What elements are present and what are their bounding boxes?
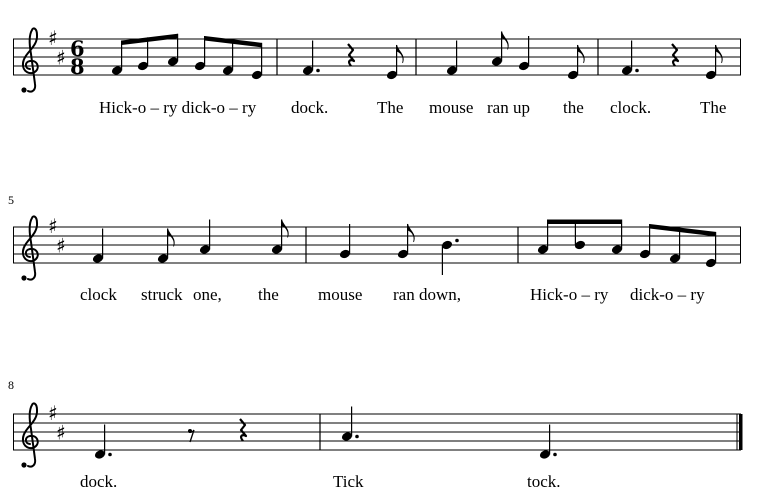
augmentation-dot bbox=[316, 68, 320, 73]
lyric-syllable: the bbox=[258, 285, 279, 304]
lyric-syllable: Tick bbox=[333, 472, 364, 491]
lyric-syllable: mouse bbox=[429, 98, 473, 117]
quarter-rest-icon bbox=[347, 43, 356, 67]
treble-clef-icon bbox=[21, 27, 39, 93]
lyric-syllable: struck bbox=[141, 285, 183, 304]
beam bbox=[547, 219, 622, 224]
treble-clef-icon bbox=[21, 462, 27, 468]
sharp-c-icon: ♯ bbox=[56, 46, 66, 70]
lyric-syllable: The bbox=[377, 98, 403, 117]
sharp-c-icon: ♯ bbox=[56, 421, 66, 445]
lyric-syllable: Hick-o – ry dick-o – ry bbox=[99, 98, 257, 117]
system-3: 8♯♯dock. Tick tock. bbox=[8, 378, 743, 491]
system-2: 5♯♯clock struck one, the mouse ran down, Hick-… bbox=[8, 193, 741, 304]
measure-number: 8 bbox=[8, 378, 14, 392]
treble-clef-icon bbox=[21, 87, 27, 93]
treble-clef-icon bbox=[21, 215, 39, 281]
measure-number: 5 bbox=[8, 193, 14, 207]
treble-clef-icon bbox=[21, 275, 27, 281]
beam bbox=[649, 224, 716, 237]
lyric-syllable: one, bbox=[193, 285, 222, 304]
time-signature-bottom: 8 bbox=[70, 54, 85, 79]
lyric-syllable: Hick-o – ry bbox=[530, 285, 609, 304]
final-barline-thick bbox=[739, 414, 743, 450]
quarter-rest-icon bbox=[239, 418, 248, 442]
lyric-syllable: dick-o – ry bbox=[630, 285, 705, 304]
lyric-syllable: ran down, bbox=[393, 285, 461, 304]
sheet-music: ♯♯ 68Hick-o – ry dick-o – ry dock. The mouse… bbox=[8, 26, 743, 491]
lyric-syllable: ran up bbox=[487, 98, 530, 117]
quarter-rest-icon bbox=[671, 43, 680, 67]
augmentation-dot bbox=[355, 434, 359, 439]
eighth-flag-icon bbox=[167, 228, 175, 247]
eighth-flag-icon bbox=[281, 219, 289, 238]
system-1: ♯♯ 68Hick-o – ry dick-o – ry dock. The mouse… bbox=[13, 26, 741, 117]
eighth-rest-icon bbox=[188, 429, 195, 443]
augmentation-dot bbox=[455, 238, 459, 243]
lyric-syllable: The bbox=[700, 98, 726, 117]
augmentation-dot bbox=[553, 452, 557, 457]
augmentation-dot bbox=[635, 68, 639, 73]
treble-clef-icon bbox=[21, 402, 39, 468]
lyric-syllable: mouse bbox=[318, 285, 362, 304]
lyric-syllable: clock bbox=[80, 285, 117, 304]
lyric-syllable: dock. bbox=[80, 472, 117, 491]
sharp-c-icon: ♯ bbox=[56, 234, 66, 258]
lyric-syllable: tock. bbox=[527, 472, 561, 491]
lyric-syllable: clock. bbox=[610, 98, 651, 117]
lyric-syllable: the bbox=[563, 98, 584, 117]
augmentation-dot bbox=[108, 452, 112, 457]
lyric-syllable: dock. bbox=[291, 98, 328, 117]
eighth-flag-icon bbox=[501, 31, 509, 50]
